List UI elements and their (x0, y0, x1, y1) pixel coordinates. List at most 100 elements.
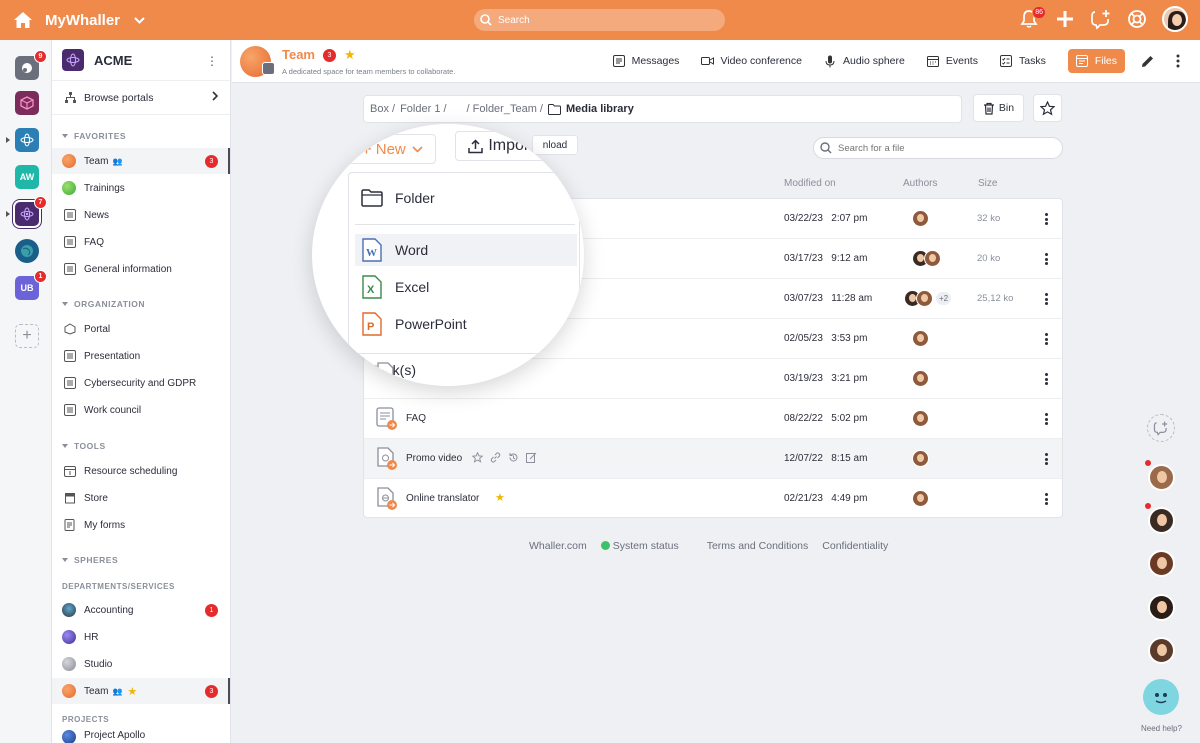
bell-icon[interactable]: 86 (1018, 8, 1040, 30)
menu-item-excel[interactable]: X Excel (349, 271, 579, 303)
add-space-button[interactable]: + (15, 324, 39, 348)
kebab-menu-icon[interactable]: ⋮ (206, 54, 218, 68)
contact-avatar[interactable] (1148, 594, 1175, 621)
sidebar-item-work-council[interactable]: Work council (52, 397, 230, 423)
row-name[interactable]: FAQ (406, 413, 426, 424)
menu-item-powerpoint[interactable]: P PowerPoint (349, 308, 579, 340)
sidebar-item-faq[interactable]: FAQ (52, 229, 230, 255)
row-kebab-icon[interactable] (1042, 371, 1050, 387)
tab-events[interactable]: Events (927, 49, 978, 73)
new-button[interactable]: + New (348, 134, 436, 164)
sidebar-item-team[interactable]: Team 👥 3 (52, 148, 230, 174)
rail-expand-arrow[interactable] (6, 211, 10, 217)
rail-space-3[interactable] (15, 128, 39, 152)
sidebar-item-store[interactable]: Store (52, 485, 230, 511)
tab-tasks[interactable]: Tasks (1000, 49, 1046, 73)
sidebar-item-hr[interactable]: HR (52, 624, 230, 650)
global-search-input[interactable] (498, 15, 698, 26)
row-kebab-icon[interactable] (1042, 331, 1050, 347)
rail-space-acme[interactable]: 7 (15, 202, 39, 226)
row-name[interactable]: Online translator (406, 493, 479, 504)
menu-item-word[interactable]: W Word (355, 234, 577, 266)
contact-avatar[interactable] (1148, 464, 1175, 491)
sidebar-item-accounting[interactable]: Accounting 1 (52, 597, 230, 623)
star-outline-icon[interactable] (472, 452, 483, 463)
row-name[interactable]: Promo video (406, 453, 462, 464)
favorites-section-title[interactable]: FAVORITES (62, 131, 126, 141)
table-row[interactable]: FAQ 08/22/22 5:02 pm (364, 399, 1063, 439)
bin-button[interactable]: Bin (973, 94, 1024, 122)
global-search[interactable] (474, 9, 725, 31)
rail-space-2[interactable] (15, 91, 39, 115)
contact-avatar[interactable] (1148, 507, 1175, 534)
rail-space-1[interactable]: 9 (15, 56, 39, 80)
sidebar-item-presentation[interactable]: Presentation (52, 343, 230, 369)
pencil-icon[interactable] (1141, 55, 1154, 68)
sphere-title[interactable]: Team (282, 47, 315, 62)
row-kebab-icon[interactable] (1042, 411, 1050, 427)
column-authors[interactable]: Authors (903, 178, 937, 189)
row-kebab-icon[interactable] (1042, 291, 1050, 307)
table-row[interactable]: Promo video 12/07/22 8:15 am (364, 439, 1063, 479)
browse-portals-button[interactable]: Browse portals (52, 81, 230, 115)
rail-space-aw[interactable]: AW (15, 165, 39, 189)
favorite-button[interactable] (1033, 94, 1062, 122)
app-title[interactable]: MyWhaller (45, 12, 120, 29)
footer-status-link[interactable]: System status (601, 540, 693, 552)
kebab-menu-icon[interactable] (1176, 54, 1180, 68)
breadcrumb-folder-team[interactable]: / Folder_Team / (467, 103, 543, 115)
help-bot-icon[interactable] (1143, 679, 1179, 715)
spheres-section-title[interactable]: SPHERES (62, 555, 118, 565)
sidebar-item-news[interactable]: News (52, 202, 230, 228)
more-authors-badge[interactable]: +2 (936, 292, 951, 305)
sidebar-item-general-information[interactable]: General information (52, 256, 230, 282)
file-search-input[interactable] (838, 143, 1038, 154)
tab-audio-sphere[interactable]: Audio sphere (824, 49, 905, 73)
row-kebab-icon[interactable] (1042, 451, 1050, 467)
tab-video-conference[interactable]: Video conference (701, 49, 802, 73)
sidebar-item-team-sphere[interactable]: Team 👥 ★ 3 (52, 678, 230, 704)
table-row[interactable]: Online translator ★ 02/21/23 4:49 pm (364, 479, 1063, 518)
row-kebab-icon[interactable] (1042, 251, 1050, 267)
contact-avatar[interactable] (1148, 637, 1175, 664)
rail-space-ub[interactable]: UB 1 (15, 276, 39, 300)
chevron-down-icon[interactable] (134, 17, 145, 24)
lifebuoy-icon[interactable] (1126, 8, 1148, 30)
tools-section-title[interactable]: TOOLS (62, 441, 106, 451)
rail-space-6[interactable] (15, 239, 39, 263)
tab-messages[interactable]: Messages (613, 49, 680, 73)
rail-expand-arrow[interactable] (6, 137, 10, 143)
sidebar-item-project-apollo[interactable]: Project Apollo (52, 730, 230, 743)
row-kebab-icon[interactable] (1042, 491, 1050, 507)
star-icon[interactable]: ★ (344, 47, 356, 63)
row-kebab-icon[interactable] (1042, 211, 1050, 227)
tab-files[interactable]: Files (1068, 49, 1125, 73)
add-chat-button[interactable] (1147, 414, 1175, 442)
chat-add-icon[interactable] (1090, 8, 1112, 30)
breadcrumb-folder[interactable]: Folder 1 / (400, 103, 446, 115)
sidebar-item-resource-scheduling[interactable]: Resource scheduling (52, 458, 230, 484)
home-icon[interactable] (13, 10, 33, 30)
column-size[interactable]: Size (978, 178, 997, 189)
organization-section-title[interactable]: ORGANIZATION (62, 299, 145, 309)
contact-avatar[interactable] (1148, 550, 1175, 577)
footer-confidentiality-link[interactable]: Confidentiality (822, 540, 888, 552)
sidebar-item-my-forms[interactable]: My forms (52, 512, 230, 538)
sidebar-item-studio[interactable]: Studio (52, 651, 230, 677)
edit-icon[interactable] (526, 452, 537, 463)
sidebar-item-cybersecurity[interactable]: Cybersecurity and GDPR (52, 370, 230, 396)
sidebar-item-trainings[interactable]: Trainings (52, 175, 230, 201)
footer-terms-link[interactable]: Terms and Conditions (707, 540, 809, 552)
link-icon[interactable] (490, 452, 501, 463)
import-button[interactable]: Import (455, 131, 547, 161)
column-modified[interactable]: Modified on (784, 178, 836, 189)
menu-item-folder[interactable]: Folder (349, 182, 579, 214)
breadcrumb-box[interactable]: Box / (370, 103, 395, 115)
footer-site-link[interactable]: Whaller.com (529, 540, 587, 552)
user-avatar[interactable] (1162, 6, 1188, 32)
sidebar-item-portal[interactable]: Portal (52, 316, 230, 342)
history-icon[interactable] (508, 452, 519, 463)
plus-icon[interactable] (1054, 8, 1076, 30)
star-icon[interactable]: ★ (495, 491, 505, 504)
file-search[interactable] (813, 137, 1063, 159)
